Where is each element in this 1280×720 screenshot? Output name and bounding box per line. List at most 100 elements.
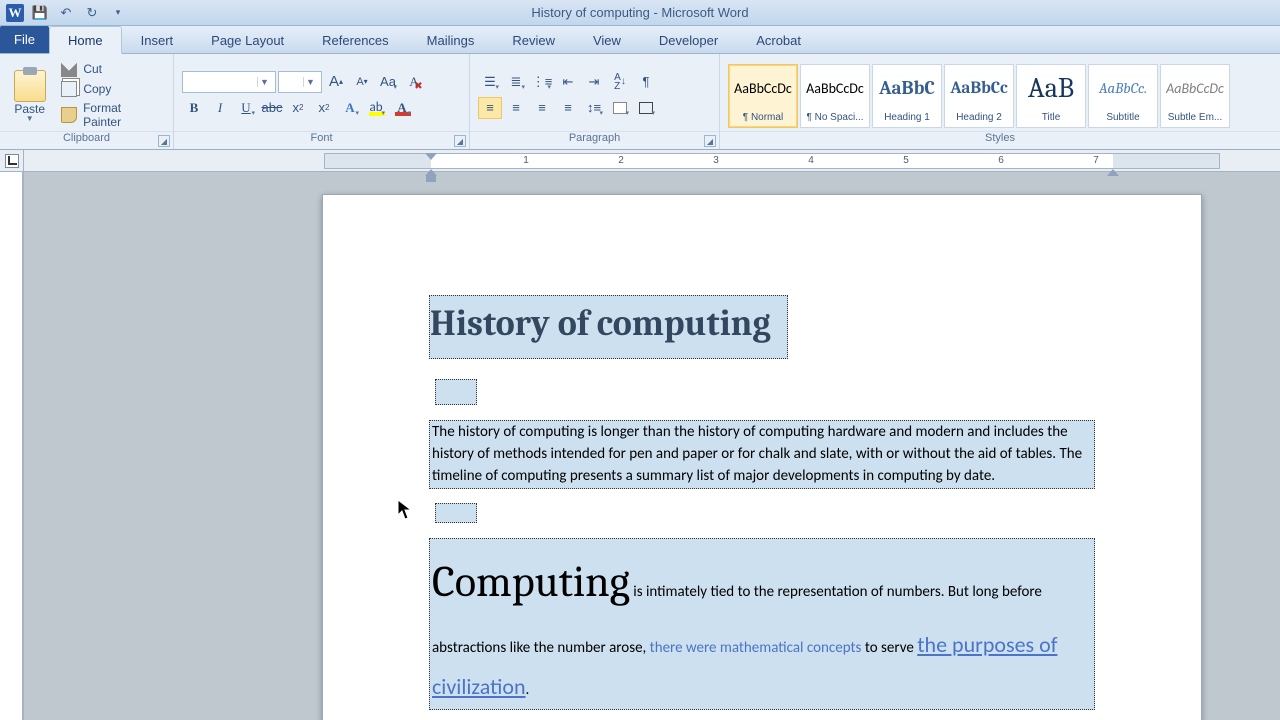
- ruler-number: 1: [523, 155, 529, 166]
- underline-button[interactable]: U: [234, 97, 258, 119]
- tab-developer[interactable]: Developer: [640, 26, 737, 54]
- right-margin-area: [1113, 154, 1219, 168]
- style-item-2[interactable]: AaBbCHeading 1: [872, 64, 942, 128]
- cut-button[interactable]: Cut: [57, 60, 165, 78]
- multilevel-list-button[interactable]: ⋮≡: [530, 71, 554, 93]
- shading-button[interactable]: [608, 97, 632, 119]
- doc-big-word[interactable]: Computing: [432, 556, 630, 607]
- justify-button[interactable]: ≡: [556, 97, 580, 119]
- hanging-indent-marker[interactable]: [425, 169, 437, 176]
- tab-review[interactable]: Review: [493, 26, 574, 54]
- group-label-clipboard: Clipboard ◢: [0, 131, 173, 149]
- selected-empty-paragraph[interactable]: [435, 379, 477, 405]
- qat-customize-button[interactable]: ▾: [108, 3, 128, 23]
- format-painter-label: Format Painter: [83, 101, 161, 129]
- style-item-4[interactable]: AaBTitle: [1016, 64, 1086, 128]
- ruler-corner: [0, 150, 24, 720]
- text-effects-button[interactable]: A: [338, 97, 362, 119]
- paste-icon: [14, 70, 46, 102]
- window-title: History of computing - Microsoft Word: [531, 5, 748, 20]
- clear-formatting-button[interactable]: A✖: [402, 71, 426, 93]
- tab-page-layout[interactable]: Page Layout: [192, 26, 303, 54]
- format-painter-button[interactable]: Format Painter: [57, 100, 165, 130]
- strikethrough-button[interactable]: abc: [260, 97, 284, 119]
- bold-button[interactable]: B: [182, 97, 206, 119]
- ruler-number: 4: [808, 155, 814, 166]
- increase-indent-button[interactable]: ⇥: [582, 71, 606, 93]
- tab-file[interactable]: File: [0, 25, 49, 53]
- doc-run-2e[interactable]: .: [526, 681, 530, 699]
- style-name: Subtle Em...: [1168, 112, 1222, 127]
- doc-heading[interactable]: History of computing: [429, 295, 788, 359]
- subscript-button[interactable]: x2: [286, 97, 310, 119]
- left-indent-marker[interactable]: [426, 176, 436, 182]
- ruler-number: 3: [713, 155, 719, 166]
- save-button[interactable]: 💾: [30, 3, 50, 23]
- paragraph-dialog-launcher[interactable]: ◢: [704, 135, 716, 147]
- right-indent-marker[interactable]: [1107, 169, 1119, 176]
- group-label-styles: Styles: [720, 131, 1280, 149]
- workspace: 1234567 History of computing The history…: [0, 150, 1280, 720]
- style-preview: AaBbC: [879, 65, 935, 112]
- decrease-indent-button[interactable]: ⇤: [556, 71, 580, 93]
- style-item-3[interactable]: AaBbCcHeading 2: [944, 64, 1014, 128]
- tab-stop-icon: [5, 154, 19, 168]
- highlight-button[interactable]: ab: [364, 97, 388, 119]
- font-name-combo[interactable]: ▼: [182, 71, 276, 93]
- tab-acrobat[interactable]: Acrobat: [737, 26, 820, 54]
- doc-run-2c[interactable]: to serve: [861, 639, 917, 657]
- shrink-font-button[interactable]: A▾: [350, 71, 374, 93]
- doc-paragraph-2[interactable]: Computing is intimately tied to the repr…: [429, 538, 1095, 709]
- selected-empty-paragraph[interactable]: [435, 503, 477, 523]
- tab-view[interactable]: View: [574, 26, 640, 54]
- show-hide-button[interactable]: ¶: [634, 71, 658, 93]
- paste-button[interactable]: Paste ▼: [8, 68, 51, 122]
- chevron-down-icon[interactable]: ▼: [257, 77, 271, 87]
- clipboard-dialog-launcher[interactable]: ◢: [158, 135, 170, 147]
- tab-insert[interactable]: Insert: [122, 26, 193, 54]
- document-page[interactable]: History of computing The history of comp…: [322, 194, 1202, 720]
- tab-references[interactable]: References: [303, 26, 407, 54]
- vertical-ruler[interactable]: [0, 172, 23, 720]
- superscript-button[interactable]: x2: [312, 97, 336, 119]
- style-item-6[interactable]: AaBbCcDcSubtle Em...: [1160, 64, 1230, 128]
- borders-button[interactable]: [634, 97, 658, 119]
- style-preview: AaBbCcDc: [734, 65, 792, 112]
- align-right-button[interactable]: ≡: [530, 97, 554, 119]
- style-item-0[interactable]: AaBbCcDc¶ Normal: [728, 64, 798, 128]
- font-dialog-launcher[interactable]: ◢: [454, 135, 466, 147]
- style-name: ¶ Normal: [743, 112, 783, 127]
- style-preview: AaBbCc: [950, 65, 1007, 112]
- italic-button[interactable]: I: [208, 97, 232, 119]
- style-item-5[interactable]: AaBbCc.Subtitle: [1088, 64, 1158, 128]
- font-size-combo[interactable]: ▼: [278, 71, 322, 93]
- document-scroll-area[interactable]: History of computing The history of comp…: [24, 172, 1280, 720]
- line-spacing-button[interactable]: ↕≡: [582, 97, 606, 119]
- align-left-button[interactable]: ≡: [478, 97, 502, 119]
- styles-gallery: AaBbCcDc¶ NormalAaBbCcDc¶ No Spaci...AaB…: [728, 64, 1232, 128]
- first-line-indent-marker[interactable]: [425, 153, 437, 160]
- style-name: Title: [1042, 112, 1061, 127]
- doc-paragraph-1[interactable]: The history of computing is longer than …: [429, 420, 1095, 489]
- grow-font-button[interactable]: A▴: [324, 71, 348, 93]
- tab-selector[interactable]: [0, 150, 23, 172]
- tab-home[interactable]: Home: [49, 26, 122, 54]
- undo-button[interactable]: ↶: [56, 3, 76, 23]
- redo-button[interactable]: ↻: [82, 3, 102, 23]
- bullets-button[interactable]: ☰: [478, 71, 502, 93]
- sort-button[interactable]: AZ↓: [608, 71, 632, 93]
- doc-run-2b[interactable]: there were mathematical concepts: [650, 639, 862, 657]
- chevron-down-icon[interactable]: ▼: [303, 77, 317, 87]
- copy-button[interactable]: Copy: [57, 80, 165, 98]
- change-case-button[interactable]: Aa: [376, 71, 400, 93]
- align-center-button[interactable]: ≡: [504, 97, 528, 119]
- tab-mailings[interactable]: Mailings: [408, 26, 494, 54]
- group-label-font: Font ◢: [174, 131, 469, 149]
- document-body[interactable]: History of computing The history of comp…: [429, 295, 1095, 720]
- style-item-1[interactable]: AaBbCcDc¶ No Spaci...: [800, 64, 870, 128]
- font-color-button[interactable]: A: [390, 97, 414, 119]
- style-name: Subtitle: [1106, 112, 1139, 127]
- horizontal-ruler[interactable]: 1234567: [24, 150, 1280, 172]
- copy-icon: [61, 81, 77, 97]
- numbering-button[interactable]: ≣: [504, 71, 528, 93]
